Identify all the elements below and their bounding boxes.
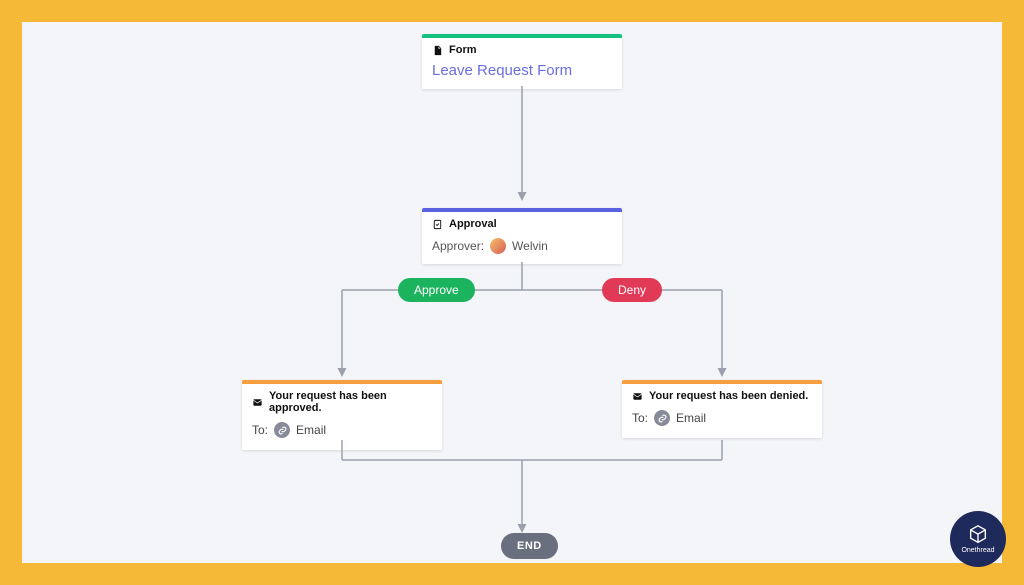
deny-branch-label: Deny bbox=[602, 278, 662, 302]
approved-message: Your request has been approved. bbox=[269, 390, 432, 414]
approver-label: Approver: bbox=[432, 239, 484, 253]
to-label: To: bbox=[252, 423, 268, 437]
form-node[interactable]: Form Leave Request Form bbox=[422, 34, 622, 89]
approval-header-label: Approval bbox=[449, 218, 497, 230]
form-header-label: Form bbox=[449, 44, 477, 56]
denied-channel: Email bbox=[676, 411, 706, 425]
workflow-canvas: Form Leave Request Form Approval Approve… bbox=[22, 22, 1002, 563]
connector-form-approval bbox=[512, 86, 532, 208]
connector-merge bbox=[142, 440, 902, 550]
brand-badge: Onethread bbox=[950, 511, 1006, 567]
link-icon bbox=[654, 410, 670, 426]
approve-branch-label: Approve bbox=[398, 278, 475, 302]
avatar bbox=[490, 238, 506, 254]
mail-icon bbox=[632, 391, 643, 402]
document-icon bbox=[432, 45, 443, 56]
approver-name: Welvin bbox=[512, 239, 548, 253]
mail-icon bbox=[252, 397, 263, 408]
approved-channel: Email bbox=[296, 423, 326, 437]
cube-icon bbox=[967, 524, 989, 546]
link-icon bbox=[274, 422, 290, 438]
form-title: Leave Request Form bbox=[432, 62, 612, 79]
brand-label: Onethread bbox=[961, 547, 994, 554]
approval-node[interactable]: Approval Approver: Welvin bbox=[422, 208, 622, 264]
clipboard-check-icon bbox=[432, 219, 443, 230]
to-label: To: bbox=[632, 411, 648, 425]
connector-branches bbox=[142, 262, 902, 392]
